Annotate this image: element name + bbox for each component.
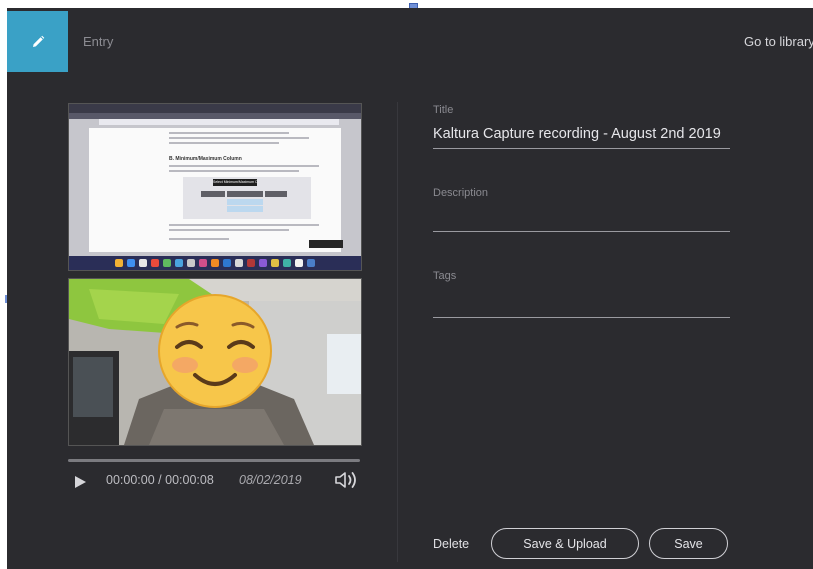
tags-label: Tags — [433, 270, 457, 282]
title-underline — [433, 148, 730, 149]
dock-app-icon — [283, 259, 291, 267]
play-button[interactable] — [73, 474, 87, 493]
description-underline — [433, 231, 730, 232]
dock — [69, 256, 361, 270]
screen-recording-thumbnail[interactable]: B. Minimum/Maximum Column Select Minimum… — [68, 103, 362, 271]
current-time: 00:00:00 — [106, 473, 155, 487]
column-divider — [397, 102, 398, 562]
description-input[interactable] — [433, 206, 730, 228]
speaker-icon — [335, 472, 356, 488]
doc-tab — [265, 191, 287, 197]
section-title: Entry — [83, 34, 114, 49]
title-input[interactable] — [433, 122, 730, 146]
edit-entry-button[interactable] — [7, 11, 68, 72]
total-time: 00:00:08 — [165, 473, 214, 487]
time-separator: / — [158, 473, 162, 487]
doc-callout: Select Minimum/Maximum Column — [213, 179, 257, 186]
doc-text-line — [169, 238, 229, 240]
title-label: Title — [433, 104, 454, 116]
go-to-library-link[interactable]: Go to library — [744, 34, 813, 49]
browser-address-bar — [99, 119, 339, 125]
dock-app-icon — [187, 259, 195, 267]
dock-app-icon — [223, 259, 231, 267]
document-page: B. Minimum/Maximum Column Select Minimum… — [89, 128, 343, 252]
dock-app-icon — [139, 259, 147, 267]
dock-app-icon — [271, 259, 279, 267]
description-label: Description — [433, 187, 489, 199]
webcam-recording-thumbnail[interactable] — [68, 278, 362, 446]
doc-text-line — [169, 132, 289, 134]
capture-editor-window: Entry Go to library B. Minimum/Maximum C… — [7, 8, 813, 569]
playback-progress-bar[interactable] — [68, 459, 360, 462]
dock-app-icon — [175, 259, 183, 267]
play-icon — [75, 476, 86, 488]
dock-app-icon — [235, 259, 243, 267]
dock-app-icon — [295, 259, 303, 267]
doc-menu-item — [227, 206, 263, 212]
dock-app-icon — [163, 259, 171, 267]
doc-heading: B. Minimum/Maximum Column — [169, 156, 242, 162]
dock-app-icon — [211, 259, 219, 267]
dock-app-icon — [247, 259, 255, 267]
playback-timecode: 00:00:00 / 00:00:08 — [106, 473, 214, 487]
dock-app-icon — [127, 259, 135, 267]
browser-titlebar — [69, 104, 361, 113]
doc-tab — [201, 191, 225, 197]
doc-text-line — [169, 170, 299, 172]
dock-app-icon — [151, 259, 159, 267]
volume-button[interactable] — [334, 470, 360, 494]
tags-input[interactable] — [433, 292, 730, 314]
doc-text-line — [169, 142, 279, 144]
delete-button[interactable]: Delete — [433, 537, 469, 551]
pencil-icon — [32, 35, 44, 47]
doc-tab — [227, 191, 263, 197]
doc-text-line — [169, 165, 319, 167]
dock-app-icon — [115, 259, 123, 267]
dock-app-icon — [307, 259, 315, 267]
save-and-upload-button[interactable]: Save & Upload — [491, 528, 639, 559]
doc-text-line — [169, 229, 289, 231]
tags-underline — [433, 317, 730, 318]
dock-app-icon — [259, 259, 267, 267]
save-button[interactable]: Save — [649, 528, 728, 559]
dock-app-icon — [199, 259, 207, 267]
doc-text-line — [169, 137, 309, 139]
doc-text-line — [169, 224, 319, 226]
recording-date: 08/02/2019 — [239, 473, 302, 487]
webcam-image — [69, 279, 361, 445]
doc-menu-item — [227, 199, 263, 205]
recording-toolbar — [309, 240, 343, 248]
